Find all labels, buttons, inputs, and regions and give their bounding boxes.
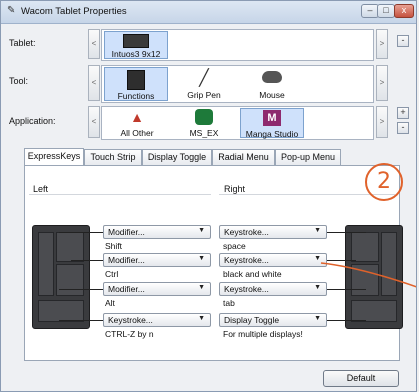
dropdown-value: Modifier...	[108, 255, 145, 265]
tablet-remove-button[interactable]: -	[397, 35, 409, 47]
chevron-down-icon: ▼	[198, 227, 205, 234]
application-label: Application:	[9, 116, 56, 126]
functions-icon	[127, 70, 145, 90]
right-group-label: Right	[224, 184, 246, 194]
application-strip: ▲ All Other MS_EX M Manga Studio	[101, 106, 374, 140]
tool-item-functions[interactable]: Functions	[104, 67, 168, 101]
tab-expresskeys[interactable]: ExpressKeys	[24, 148, 84, 166]
dropdown-value: Keystroke...	[224, 255, 269, 265]
application-scroll-left-button[interactable]: <	[88, 106, 100, 138]
dropdown-value: Modifier...	[108, 284, 145, 294]
application-item-label: All Other	[120, 128, 154, 138]
tablet-scroll-left-button[interactable]: <	[88, 29, 100, 59]
left-key-2-dropdown[interactable]: Modifier... ▼	[103, 253, 211, 267]
dropdown-value: Modifier...	[108, 227, 145, 237]
tablet-scroll-right-button[interactable]: >	[376, 29, 388, 59]
tool-item-label: Mouse	[259, 90, 285, 100]
title-bar[interactable]: ✎ Wacom Tablet Properties – □ x	[1, 1, 416, 24]
tool-item-label: Functions	[117, 91, 155, 101]
tool-scroll-left-button[interactable]: <	[88, 65, 100, 101]
all-other-app-icon: ▲	[130, 109, 144, 125]
right-key-4-assignment: For multiple displays!	[223, 329, 303, 339]
left-key-modifier-image	[56, 232, 84, 262]
dropdown-value: Keystroke...	[224, 227, 269, 237]
tablet-device-icon	[123, 34, 149, 48]
left-key-ctrl-image	[56, 264, 84, 296]
tablet-label: Tablet:	[9, 38, 36, 48]
right-key-3-dropdown[interactable]: Keystroke... ▼	[219, 282, 327, 296]
chevron-down-icon: ▼	[198, 255, 205, 262]
left-key-3-assignment: Alt	[105, 298, 115, 308]
close-button[interactable]: x	[394, 4, 414, 18]
chevron-down-icon: ▼	[198, 315, 205, 322]
left-key-4-dropdown[interactable]: Keystroke... ▼	[103, 313, 211, 327]
dropdown-value: Keystroke...	[224, 284, 269, 294]
tab-touch-strip[interactable]: Touch Strip	[84, 149, 142, 166]
left-key-bottom-image	[38, 300, 84, 322]
left-key-1-assignment: Shift	[105, 241, 123, 251]
tool-scroll-right-button[interactable]: >	[376, 65, 388, 101]
application-add-button[interactable]: +	[397, 107, 409, 119]
ms-ex-app-icon	[195, 109, 213, 125]
left-group-label: Left	[33, 184, 49, 194]
tool-item-mouse[interactable]: Mouse	[242, 67, 302, 101]
chevron-down-icon: ▼	[314, 315, 321, 322]
chevron-down-icon: ▼	[314, 227, 321, 234]
leader-line	[59, 320, 103, 321]
dropdown-value: Keystroke...	[108, 315, 153, 325]
annotation-number-2: 2	[365, 163, 403, 201]
right-key-1-dropdown[interactable]: Keystroke... ▼	[219, 225, 327, 239]
app-window: ✎ Wacom Tablet Properties – □ x Tablet: …	[0, 0, 417, 392]
application-remove-button[interactable]: -	[397, 122, 409, 134]
right-key-2-assignment: black and white	[223, 269, 282, 279]
annotation-arrow	[320, 262, 416, 288]
leader-line	[59, 289, 103, 290]
mouse-icon	[262, 71, 282, 83]
leader-line	[326, 232, 366, 233]
pen-icon: ✎	[7, 5, 16, 16]
application-scroll-right-button[interactable]: >	[376, 106, 388, 138]
tablet-strip: Intuos3 9x12	[101, 29, 374, 61]
left-group-divider	[29, 194, 211, 195]
tab-radial-menu[interactable]: Radial Menu	[212, 149, 275, 166]
manga-studio-app-icon: M	[263, 110, 281, 126]
left-expresskeys-image	[32, 225, 90, 329]
right-key-bottom-image	[351, 300, 397, 322]
dropdown-value: Display Toggle	[224, 315, 280, 325]
application-item-manga-studio[interactable]: M Manga Studio	[240, 108, 304, 139]
application-item-label: Manga Studio	[245, 129, 299, 139]
tablet-item-intuos3[interactable]: Intuos3 9x12	[104, 31, 168, 59]
maximize-button[interactable]: □	[377, 4, 395, 18]
application-item-all-other[interactable]: ▲ All Other	[106, 108, 168, 138]
leader-line	[59, 232, 103, 233]
right-key-4-dropdown[interactable]: Display Toggle ▼	[219, 313, 327, 327]
application-item-label: MS_EX	[189, 128, 219, 138]
left-key-4-assignment: CTRL-Z by n	[105, 329, 154, 339]
default-button[interactable]: Default	[323, 370, 399, 387]
grip-pen-icon: ╱	[199, 70, 209, 87]
right-key-3-assignment: tab	[223, 298, 235, 308]
left-key-shift-image	[38, 232, 54, 296]
left-key-2-assignment: Ctrl	[105, 269, 119, 279]
tool-item-label: Grip Pen	[187, 90, 221, 100]
leader-line	[71, 260, 103, 261]
tool-strip: Functions ╱ Grip Pen Mouse	[101, 65, 374, 103]
left-key-3-dropdown[interactable]: Modifier... ▼	[103, 282, 211, 296]
application-item-ms-ex[interactable]: MS_EX	[174, 108, 234, 138]
left-key-1-dropdown[interactable]: Modifier... ▼	[103, 225, 211, 239]
right-key-1-assignment: space	[223, 241, 246, 251]
tab-popup-menu[interactable]: Pop-up Menu	[275, 149, 341, 166]
window-title: Wacom Tablet Properties	[21, 6, 127, 17]
tool-item-grip-pen[interactable]: ╱ Grip Pen	[174, 67, 234, 101]
tab-display-toggle[interactable]: Display Toggle	[142, 149, 212, 166]
chevron-down-icon: ▼	[198, 284, 205, 291]
tool-label: Tool:	[9, 76, 29, 86]
right-key-2-dropdown[interactable]: Keystroke... ▼	[219, 253, 327, 267]
leader-line	[326, 320, 366, 321]
tablet-item-label: Intuos3 9x12	[111, 49, 161, 59]
